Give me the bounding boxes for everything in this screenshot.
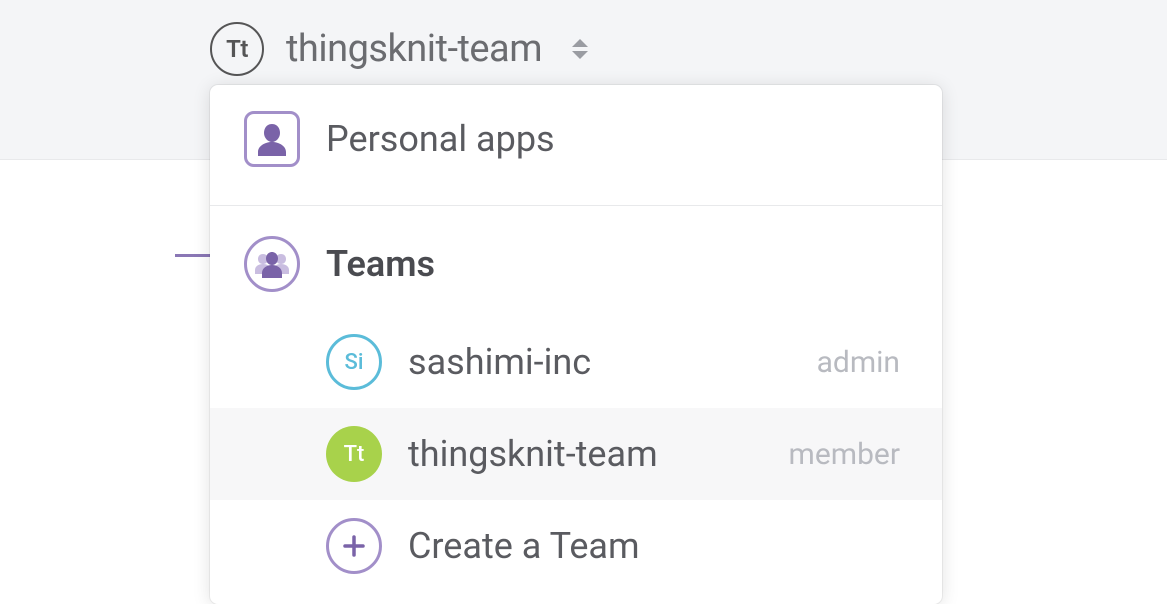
create-team-item[interactable]: Create a Team — [210, 500, 942, 604]
teams-header: Teams — [210, 206, 942, 316]
team-avatar-text: Tt — [344, 442, 365, 467]
person-icon — [244, 111, 300, 167]
personal-apps-item[interactable]: Personal apps — [210, 85, 942, 206]
context-dropdown: Personal apps Teams Si sashimi-inc admin Tt… — [210, 85, 942, 604]
team-name: thingsknit-team — [408, 433, 763, 475]
tab-indicator — [175, 254, 210, 257]
chevron-updown-icon — [568, 34, 592, 64]
team-item-sashimi-inc[interactable]: Si sashimi-inc admin — [210, 316, 942, 408]
teams-header-label: Teams — [326, 243, 908, 285]
team-item-thingsknit-team[interactable]: Tt thingsknit-team member — [210, 408, 942, 500]
selector-avatar: Tt — [210, 22, 264, 76]
team-role: member — [789, 437, 908, 472]
team-role: admin — [817, 345, 908, 380]
team-name: sashimi-inc — [408, 341, 791, 383]
team-avatar-text: Si — [345, 350, 364, 375]
team-avatar: Si — [326, 334, 382, 390]
selector-avatar-text: Tt — [226, 35, 248, 63]
team-icon — [244, 236, 300, 292]
create-team-label: Create a Team — [408, 525, 908, 567]
team-avatar: Tt — [326, 426, 382, 482]
context-selector-trigger[interactable]: Tt thingsknit-team — [210, 22, 592, 76]
selector-label: thingsknit-team — [286, 27, 542, 71]
personal-apps-label: Personal apps — [326, 118, 908, 160]
